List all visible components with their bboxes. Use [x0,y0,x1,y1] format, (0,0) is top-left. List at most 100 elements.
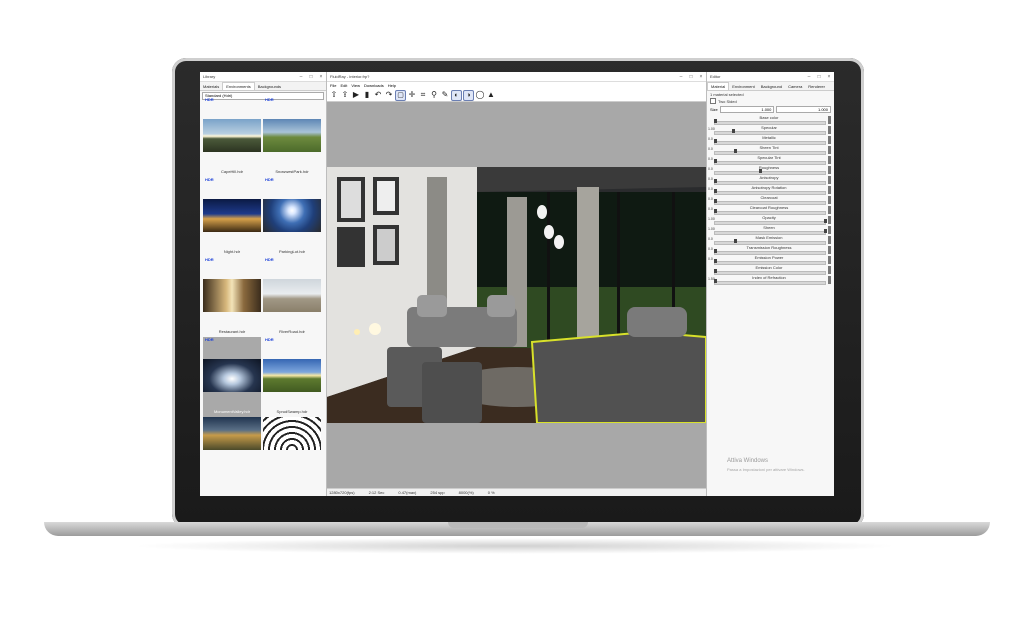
transform-tool-icon[interactable]: ⌗ [418,90,428,100]
minimize-icon[interactable]: – [676,74,686,80]
texture-swatch-icon[interactable] [828,266,831,274]
import-icon[interactable]: ⇧ [329,90,339,100]
texture-swatch-icon[interactable] [828,276,831,284]
slider-handle[interactable] [759,169,762,173]
slider-handle[interactable] [734,149,737,153]
texture-swatch-icon[interactable] [828,216,831,224]
hdr-badge: HDR [265,177,274,182]
slider-value[interactable]: 0.0 [708,197,713,201]
slider-value[interactable]: 0.0 [708,167,713,171]
library-item[interactable]: HDR ParkingLot.hdr [263,177,321,257]
zoom-icon[interactable]: ⚲ [429,90,439,100]
slider-track[interactable] [714,281,826,285]
slider-handle[interactable] [824,219,827,223]
tab-environments[interactable]: Environments [222,82,255,90]
menu-edit[interactable]: Edit [340,83,347,88]
shading-mode-icon[interactable]: ◐ [451,89,462,101]
environment-thumbnail [203,359,261,392]
slider-handle[interactable] [714,199,717,203]
move-tool-icon[interactable]: ✛ [407,90,417,100]
slider-value[interactable]: 0.0 [708,237,713,241]
texture-swatch-icon[interactable] [828,226,831,234]
texture-swatch-icon[interactable] [828,126,831,134]
texture-swatch-icon[interactable] [828,166,831,174]
tab-renderer[interactable]: Renderer [805,83,828,90]
library-item-selected[interactable]: HDR MonumentValley.hdr [203,337,261,417]
texture-swatch-icon[interactable] [828,116,831,124]
slider-handle[interactable] [714,259,717,263]
menu-help[interactable]: Help [388,83,396,88]
library-item[interactable]: HDR SnowwestPark.hdr [263,97,321,177]
slider-handle[interactable] [714,159,717,163]
slider-value[interactable]: 0.0 [708,137,713,141]
slider-value[interactable]: 0.0 [708,157,713,161]
close-icon[interactable]: × [824,74,834,80]
menu-view[interactable]: View [351,83,360,88]
tab-environment[interactable]: Environment [729,83,757,90]
size-x-input[interactable]: 1.000 [719,106,775,113]
slider-handle[interactable] [714,139,717,143]
slider-value[interactable]: 0.0 [708,247,713,251]
maximize-icon[interactable]: □ [306,74,316,80]
eyedropper-icon[interactable]: ✎ [440,90,450,100]
maximize-icon[interactable]: □ [686,74,696,80]
slider-handle[interactable] [714,249,717,253]
export-icon[interactable]: ⇪ [340,90,350,100]
library-item[interactable]: HDR RiverRoad.hdr [263,257,321,337]
menu-file[interactable]: File [330,83,336,88]
slider-value[interactable]: 0.0 [708,187,713,191]
slider-handle[interactable] [824,229,827,233]
minimize-icon[interactable]: – [804,74,814,80]
slider-value[interactable]: 0.0 [708,257,713,261]
texture-swatch-icon[interactable] [828,146,831,154]
select-tool-icon[interactable]: ▢ [395,89,406,101]
slider-value[interactable]: 0.0 [708,177,713,181]
library-item[interactable]: HDR Restaurant.hdr [203,257,261,337]
slider-handle[interactable] [714,189,717,193]
slider-handle[interactable] [732,129,735,133]
play-icon[interactable]: ▶ [351,90,361,100]
texture-swatch-icon[interactable] [828,186,831,194]
size-y-input[interactable]: 1.000 [776,106,831,113]
sphere-icon[interactable]: ◯ [475,90,485,100]
slider-handle[interactable] [714,209,717,213]
close-icon[interactable]: × [316,74,326,80]
slider-value[interactable]: 0.0 [708,207,713,211]
save-icon[interactable]: ▮ [362,90,372,100]
texture-swatch-icon[interactable] [828,156,831,164]
texture-swatch-icon[interactable] [828,176,831,184]
slider-handle[interactable] [714,269,717,273]
library-item[interactable] [203,417,261,496]
tab-material[interactable]: Material [707,82,730,90]
texture-swatch-icon[interactable] [828,256,831,264]
slider-handle[interactable] [714,119,717,123]
library-item[interactable]: HDR Night.hdr [203,177,261,257]
undo-icon[interactable]: ↶ [373,90,383,100]
menu-downloads[interactable]: Downloads [364,83,384,88]
maximize-icon[interactable]: □ [814,74,824,80]
viewport-titlebar: FluidRay - interior.frp? – □ × [327,72,706,82]
graduation-cap-icon[interactable]: ▲ [486,90,496,100]
slider-handle[interactable] [734,239,737,243]
redo-icon[interactable]: ↷ [384,90,394,100]
render-mode-icon[interactable]: ◑ [463,89,474,101]
slider-value[interactable]: 0.0 [708,147,713,151]
slider-handle[interactable] [714,179,717,183]
slider-handle[interactable] [714,279,717,283]
tab-materials[interactable]: Materials [200,83,222,90]
library-item[interactable]: HDR CapeHill.hdr [203,97,261,177]
texture-swatch-icon[interactable] [828,246,831,254]
minimize-icon[interactable]: – [296,74,306,80]
texture-swatch-icon[interactable] [828,236,831,244]
render-viewport[interactable] [327,167,706,423]
library-item[interactable] [263,417,321,496]
texture-swatch-icon[interactable] [828,196,831,204]
library-item[interactable]: HDR SprudSwamp.hdr [263,337,321,417]
tab-camera[interactable]: Camera [785,83,805,90]
texture-swatch-icon[interactable] [828,206,831,214]
close-icon[interactable]: × [696,74,706,80]
tab-backgrounds[interactable]: Backgrounds [255,83,284,90]
texture-swatch-icon[interactable] [828,136,831,144]
tab-background[interactable]: Background [758,83,785,90]
two-sided-checkbox[interactable] [710,98,716,104]
